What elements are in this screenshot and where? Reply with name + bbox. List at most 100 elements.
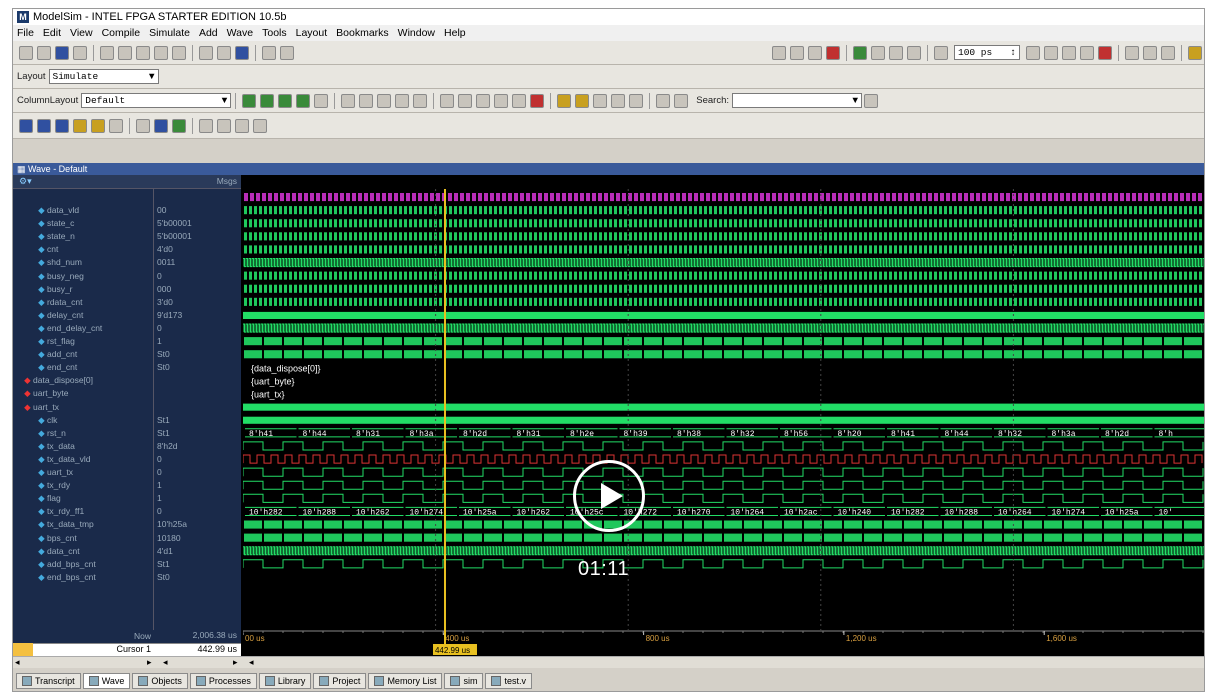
scroll-left-icon[interactable]: ◂ (249, 657, 254, 668)
signal-name[interactable]: ◆ end_delay_cnt (13, 323, 153, 336)
menu-add[interactable]: Add (199, 27, 218, 39)
lock-cursor-icon[interactable] (512, 93, 527, 108)
save-icon[interactable] (55, 45, 69, 60)
zoom-in-icon[interactable] (341, 93, 356, 108)
menu-simulate[interactable]: Simulate (149, 27, 190, 39)
zoom-full-icon[interactable] (377, 93, 392, 108)
select-icon[interactable] (440, 93, 455, 108)
zoom-mode-icon[interactable] (458, 93, 473, 108)
step-up-icon[interactable] (1188, 45, 1202, 60)
tab-library[interactable]: Library (258, 672, 312, 689)
signal-name[interactable]: ◆ data_dispose[0] (13, 375, 153, 388)
signal-name[interactable]: ◆ tx_data_vld (13, 454, 153, 467)
wave-pulse-icon[interactable] (253, 118, 267, 133)
memory-icon[interactable] (790, 45, 804, 60)
stop-icon[interactable] (1098, 45, 1112, 60)
restart-sim-icon[interactable] (934, 45, 948, 60)
signal-name[interactable]: ◆ state_n (13, 231, 153, 244)
menu-help[interactable]: Help (444, 27, 466, 39)
signal-name[interactable]: ◆ tx_rdy_ff1 (13, 506, 153, 519)
search-fwd-icon[interactable] (674, 93, 689, 108)
tab-transcript[interactable]: Transcript (16, 672, 81, 689)
restart-icon[interactable] (772, 45, 786, 60)
add-group-icon[interactable] (278, 93, 293, 108)
back-arrow-icon[interactable] (889, 45, 903, 60)
tab-memory-list[interactable]: Memory List (368, 672, 443, 689)
redo-icon[interactable] (172, 45, 186, 60)
signal-name[interactable]: ◆ data_vld (13, 205, 153, 218)
zoom-cursor-toolbar-icon[interactable] (73, 118, 87, 133)
signal-name[interactable]: ◆ tx_rdy (13, 480, 153, 493)
menu-file[interactable]: File (17, 27, 34, 39)
compile-icon[interactable] (217, 45, 231, 60)
layout-select[interactable]: Simulate ▼ (48, 69, 159, 84)
insert-cursor-icon[interactable] (494, 93, 509, 108)
waveform-canvas[interactable]: 8'h41 8'h44 8'h31 8'h3a 8'h2d 8'h31 8'h2e 8'h39… (243, 175, 1205, 630)
wave-format-icon[interactable] (136, 118, 150, 133)
signal-name[interactable]: ◆ state_c (13, 218, 153, 231)
break-icon[interactable] (262, 45, 276, 60)
signal-name[interactable]: ◆ rst_n (13, 428, 153, 441)
wave-color-icon[interactable] (154, 118, 168, 133)
signal-name[interactable]: ◆ add_cnt (13, 349, 153, 362)
tab-project[interactable]: Project (313, 672, 367, 689)
signal-name[interactable]: ◆ clk (13, 415, 153, 428)
step-icon[interactable] (280, 45, 294, 60)
zoom-cursor-icon[interactable] (395, 93, 410, 108)
tab-objects[interactable]: Objects (132, 672, 188, 689)
menu-layout[interactable]: Layout (296, 27, 328, 39)
edge-rise-icon[interactable] (593, 93, 608, 108)
insert-icon[interactable] (296, 93, 311, 108)
binoculars-icon[interactable] (864, 93, 879, 108)
wave-step-icon[interactable] (235, 118, 249, 133)
scroll-right-icon[interactable]: ▸ (147, 657, 152, 668)
scroll-left-icon[interactable]: ◂ (15, 657, 20, 668)
wave-window[interactable]: ⚙▾ Msgs ◆ data_vld 00 ◆ state_c 5'b00001 ◆ s… (13, 175, 1204, 630)
continue-icon[interactable] (1044, 45, 1058, 60)
menu-view[interactable]: View (70, 27, 93, 39)
zoom-area-icon[interactable] (109, 118, 123, 133)
cursor-label[interactable]: Cursor 1 (73, 644, 151, 654)
remove-cursor-icon[interactable] (530, 93, 545, 108)
new-icon[interactable] (19, 45, 33, 60)
menu-bookmarks[interactable]: Bookmarks (336, 27, 389, 39)
scroll-right-icon[interactable]: ▸ (233, 657, 238, 668)
add-wave-icon[interactable] (242, 93, 257, 108)
wave-collapse-icon[interactable] (217, 118, 231, 133)
tab-processes[interactable]: Processes (189, 672, 257, 689)
signal-name[interactable]: ◆ uart_byte (13, 388, 153, 401)
run-icon[interactable] (853, 45, 867, 60)
edge-prev-icon[interactable] (557, 93, 572, 108)
signal-name[interactable]: ◆ end_cnt (13, 362, 153, 375)
time-axis[interactable]: 00 us 400 us 800 us 1,200 us 1,600 us442.99 … (243, 630, 1205, 656)
search-back-icon[interactable] (656, 93, 671, 108)
signal-name[interactable]: ◆ data_cnt (13, 546, 153, 559)
run-all-icon[interactable] (1062, 45, 1076, 60)
dataflow-icon[interactable] (808, 45, 822, 60)
zoom-out-toolbar-icon[interactable] (37, 118, 51, 133)
wave-icon[interactable] (235, 45, 249, 60)
menu-edit[interactable]: Edit (43, 27, 61, 39)
signal-name[interactable]: ◆ delay_cnt (13, 310, 153, 323)
edit-mode-icon[interactable] (476, 93, 491, 108)
signal-name[interactable]: ◆ uart_tx (13, 402, 153, 415)
edge-fall-icon[interactable] (611, 93, 626, 108)
signal-name[interactable]: ◆ rdata_cnt (13, 297, 153, 310)
signal-name[interactable]: ◆ tx_data_tmp (13, 519, 153, 532)
signal-name[interactable]: ◆ cnt (13, 244, 153, 257)
zoom-out-icon[interactable] (359, 93, 374, 108)
signal-name[interactable]: ◆ bps_cnt (13, 533, 153, 546)
step-over-icon[interactable] (1143, 45, 1157, 60)
wave-expand-icon[interactable] (199, 118, 213, 133)
signal-name[interactable]: ◆ end_bps_cnt (13, 572, 153, 585)
profile-icon[interactable] (826, 45, 840, 60)
zoom-last-icon[interactable] (91, 118, 105, 133)
zoom-range-icon[interactable] (413, 93, 428, 108)
zoom-in-toolbar-icon[interactable] (19, 118, 33, 133)
find-icon[interactable] (199, 45, 213, 60)
tab-wave[interactable]: Wave (82, 672, 131, 689)
up-arrow-icon[interactable] (871, 45, 885, 60)
signal-name[interactable]: ◆ shd_num (13, 257, 153, 270)
forward-arrow-icon[interactable] (907, 45, 921, 60)
menu-compile[interactable]: Compile (102, 27, 141, 39)
